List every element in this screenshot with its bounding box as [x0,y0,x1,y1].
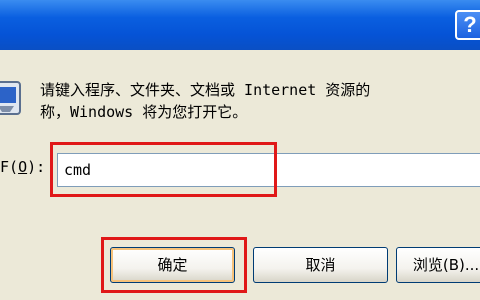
open-label: F(O): [0,158,45,176]
description-line-2: 称，Windows 将为您打开它。 [40,103,248,121]
title-bar: ? [0,0,480,50]
dialog-description: 请键入程序、文件夹、文档或 Internet 资源的 称，Windows 将为您打… [40,79,480,123]
run-program-icon [0,81,21,115]
cancel-button[interactable]: 取消 [253,247,388,283]
open-input[interactable]: cmd [57,153,480,187]
open-label-prefix: ( [9,158,19,176]
open-label-lead: F [0,158,10,176]
browse-button[interactable]: 浏览(B)... [396,247,480,283]
ok-button[interactable]: 确定 [110,247,235,283]
dialog-bottom-edge [0,296,480,300]
open-label-suffix: ): [27,158,46,176]
open-label-hotkey: O [18,158,28,176]
help-button[interactable]: ? [455,10,480,40]
description-line-1: 请键入程序、文件夹、文档或 Internet 资源的 [40,81,371,99]
